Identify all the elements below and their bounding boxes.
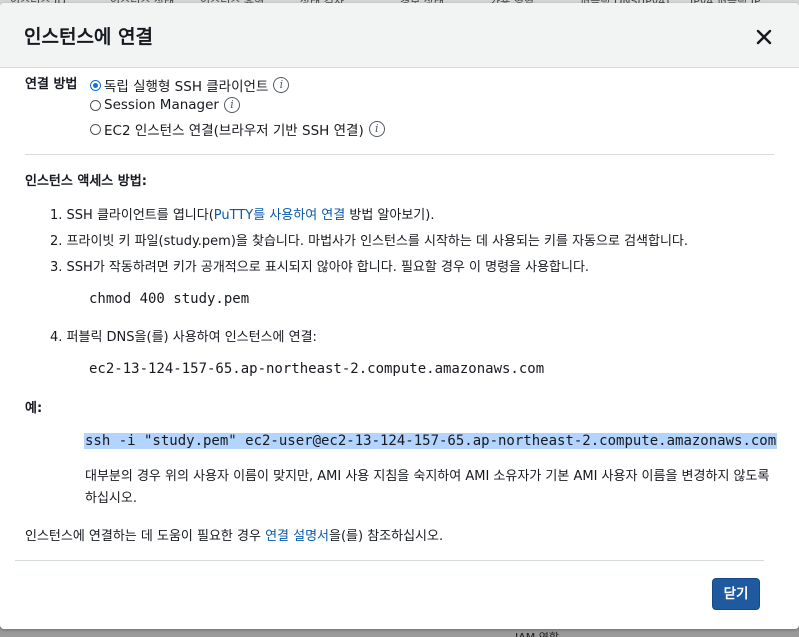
info-icon[interactable]: i — [368, 121, 385, 137]
background-footer: IAM 역할 — [0, 629, 799, 637]
connect-option-ec2-instance-connect[interactable]: EC2 인스턴스 연결(브라우저 기반 SSH 연결) i — [90, 119, 385, 139]
step-4: 4. 퍼블릭 DNS을(를) 사용하여 인스턴스에 연결: — [50, 330, 317, 345]
step-3: 3. SSH가 작동하려면 키가 공개적으로 표시되지 않아야 합니다. 필요할… — [50, 260, 590, 275]
access-heading: 인스턴스 액세스 방법: — [25, 174, 147, 189]
chmod-command: chmod 400 study.pem — [89, 291, 250, 307]
connect-option-label: Session Manager — [104, 97, 219, 113]
help-text: 인스턴스에 연결하는 데 도움이 필요한 경우 연결 설명서을(를) 참조하십시… — [25, 525, 443, 544]
step-1: 1. SSH 클라이언트를 엽니다(PuTTY를 사용하여 연결 방법 알아보기… — [50, 204, 434, 223]
public-dns-value: ec2-13-124-157-65.ap-northeast-2.compute… — [89, 361, 545, 377]
close-icon[interactable] — [750, 23, 778, 51]
step-2: 2. 프라이빗 키 파일(study.pem)을 찾습니다. 마법사가 인스턴스… — [50, 234, 689, 249]
connect-method-label: 연결 방법 — [25, 77, 78, 92]
modal-title: 인스턴스에 연결 — [24, 26, 153, 48]
background-iam-role-label: IAM 역할 — [515, 629, 559, 637]
divider — [25, 154, 774, 155]
step-1-prefix: 1. SSH 클라이언트를 엽니다( — [50, 208, 214, 223]
footer-divider — [15, 560, 764, 561]
radio-ssh-client[interactable] — [90, 79, 101, 91]
username-note: 대부분의 경우 위의 사용자 이름이 맞지만, AMI 사용 지침을 숙지하여 … — [85, 469, 770, 506]
close-x-glyph — [756, 29, 772, 45]
help-text-prefix: 인스턴스에 연결하는 데 도움이 필요한 경우 — [25, 529, 266, 544]
connection-guide-link[interactable]: 연결 설명서 — [265, 529, 329, 544]
connect-instance-modal: 인스턴스에 연결 연결 방법 독립 실행형 SSH 클라이언트 i Sessio… — [0, 3, 799, 629]
connect-option-ssh-client[interactable]: 독립 실행형 SSH 클라이언트 i — [90, 75, 290, 95]
connect-option-label: EC2 인스턴스 연결(브라우저 기반 SSH 연결) — [104, 123, 364, 139]
radio-ec2-instance-connect[interactable] — [90, 123, 101, 135]
info-icon[interactable]: i — [223, 97, 240, 113]
modal-header: 인스턴스에 연결 — [0, 3, 799, 68]
step-1-suffix: 방법 알아보기). — [345, 208, 435, 223]
radio-session-manager[interactable] — [90, 99, 101, 111]
help-text-suffix: 을(를) 참조하십시오. — [329, 529, 444, 544]
connect-option-label: 독립 실행형 SSH 클라이언트 — [104, 79, 269, 95]
close-button[interactable]: 닫기 — [712, 578, 760, 610]
connect-option-session-manager[interactable]: Session Manager i — [90, 97, 240, 113]
info-icon[interactable]: i — [273, 77, 290, 93]
putty-guide-link[interactable]: PuTTY를 사용하여 연결 — [214, 208, 345, 223]
example-label: 예: — [25, 401, 43, 416]
ssh-command-example[interactable]: ssh -i "study.pem" ec2-user@ec2-13-124-1… — [84, 433, 778, 449]
